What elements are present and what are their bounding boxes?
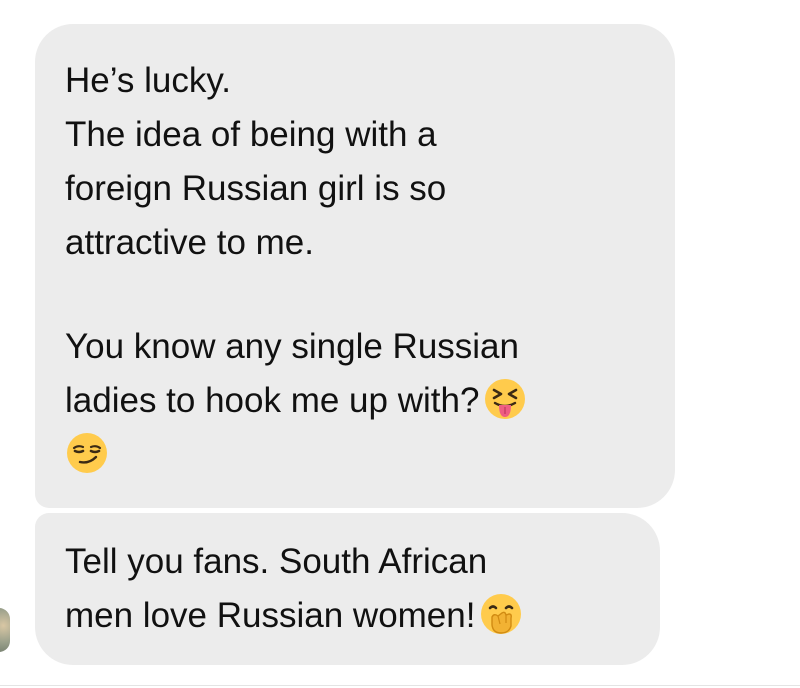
message-line: He’s lucky.: [65, 61, 231, 100]
message-bubble-incoming[interactable]: Tell you fans. South African men love Ru…: [35, 513, 660, 665]
message-line: You know any single Russian: [65, 327, 519, 366]
avatar[interactable]: [0, 608, 10, 652]
chat-thread: He’s lucky. The idea of being with a for…: [0, 0, 800, 688]
message-line-emoji-only: [65, 428, 647, 482]
message-line: attractive to me.: [65, 223, 314, 262]
message-bubble-incoming[interactable]: He’s lucky. The idea of being with a for…: [35, 24, 675, 508]
message-line: Tell you fans. South African: [65, 542, 488, 581]
message-line-with-emoji: men love Russian women!: [65, 589, 632, 643]
message-line: foreign Russian girl is so: [65, 169, 447, 208]
divider: [0, 685, 800, 686]
message-line-text: ladies to hook me up with?: [65, 381, 480, 420]
squinting-tongue-emoji: [483, 377, 527, 421]
message-line-text: men love Russian women!: [65, 596, 476, 635]
smirking-face-emoji: [65, 431, 109, 475]
message-line: The idea of being with a: [65, 115, 437, 154]
message-line-with-emoji: ladies to hook me up with?: [65, 374, 647, 428]
face-with-hand-over-mouth-emoji: [479, 592, 523, 636]
